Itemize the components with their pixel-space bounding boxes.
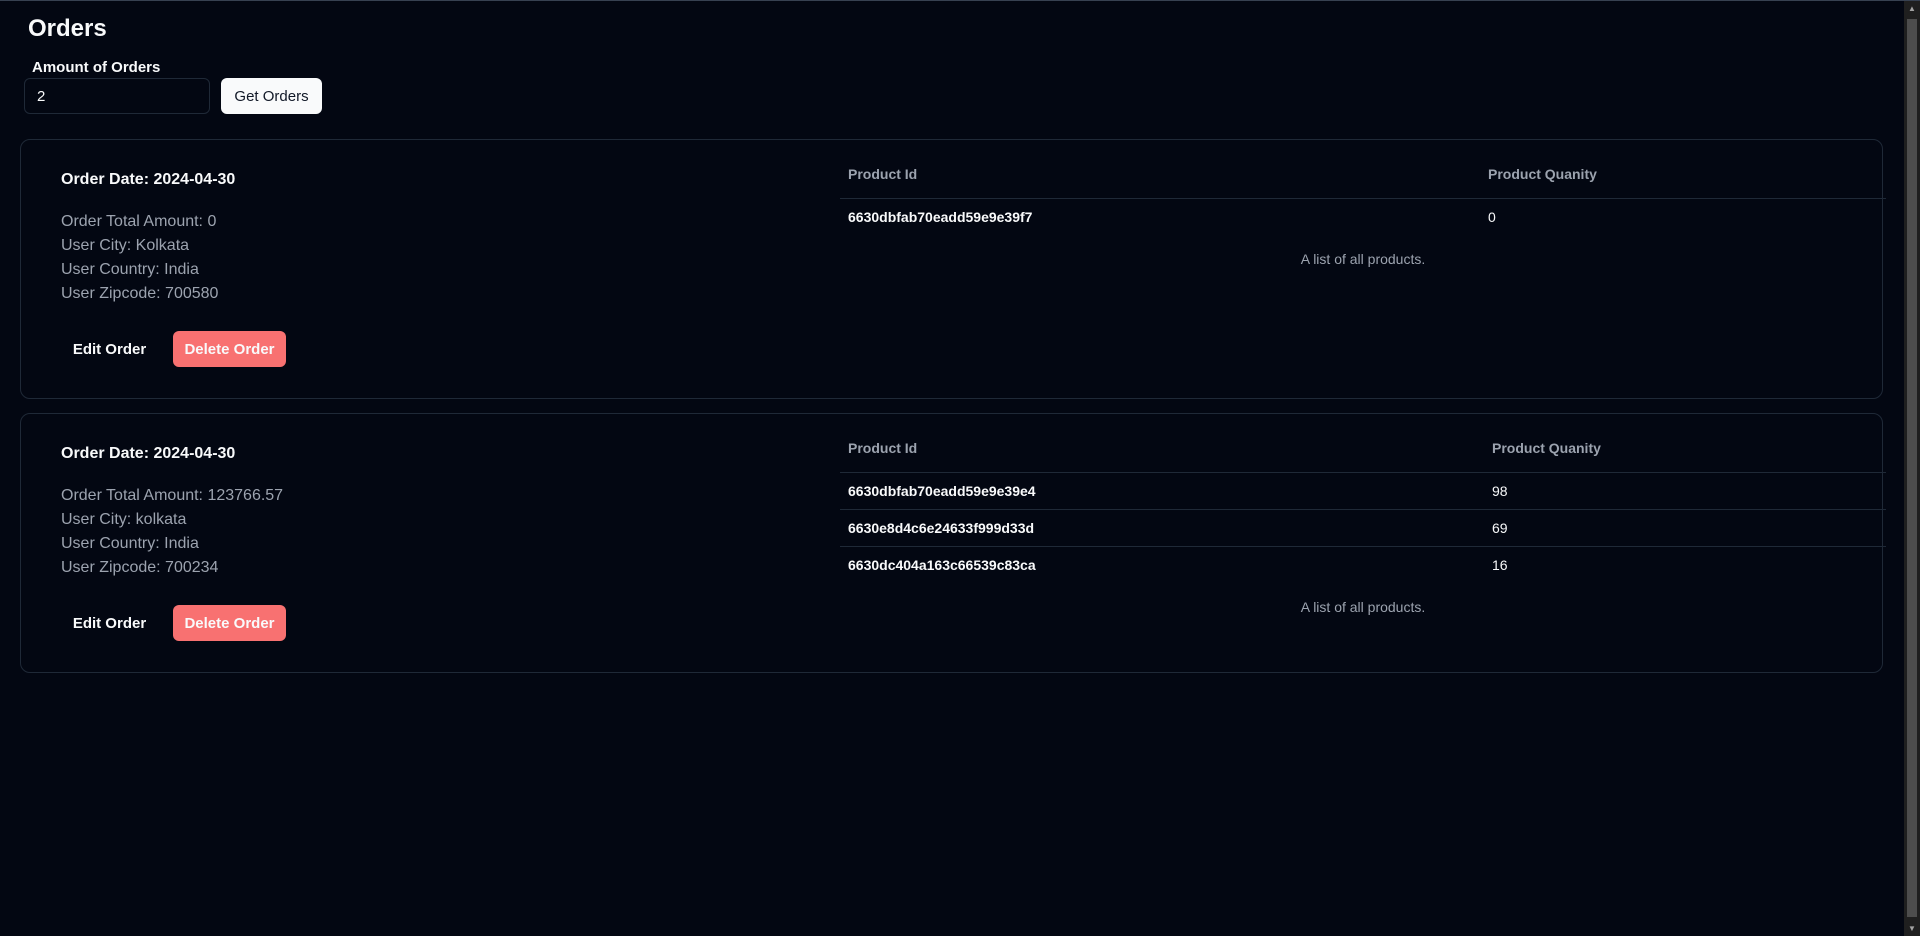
products-table-wrapper: A list of all products. Product Id Produ…	[840, 150, 1886, 267]
product-quantity-cell: 16	[1492, 556, 1508, 573]
products-table-wrapper: A list of all products. Product Id Produ…	[840, 424, 1886, 615]
product-quantity-cell: 0	[1488, 208, 1496, 225]
product-id-cell: 6630e8d4c6e24633f999d33d	[840, 509, 1484, 547]
products-table: A list of all products. Product Id Produ…	[840, 150, 1886, 267]
amount-of-orders-input[interactable]	[24, 78, 210, 114]
product-quantity-header: Product Quanity	[1484, 424, 1886, 473]
order-actions: Edit Order Delete Order	[61, 605, 286, 641]
page-title: Orders	[28, 15, 107, 42]
scroll-down-arrow-icon[interactable]: ▼	[1904, 921, 1920, 936]
vertical-scrollbar[interactable]: ▲ ▼	[1904, 1, 1920, 936]
product-id-header: Product Id	[840, 150, 1480, 199]
delete-order-button[interactable]: Delete Order	[173, 605, 286, 641]
edit-order-button[interactable]: Edit Order	[61, 605, 158, 641]
table-header-row: Product Id Product Quanity	[840, 424, 1886, 473]
products-table-caption: A list of all products.	[1300, 251, 1426, 267]
order-date: Order Date: 2024-04-30	[61, 171, 236, 188]
user-country: User Country: India	[61, 535, 199, 552]
orders-page: Orders Amount of Orders Get Orders Order…	[0, 1, 1904, 936]
scrollbar-thumb[interactable]	[1907, 19, 1917, 917]
order-card: Order Date: 2024-04-30 Order Total Amoun…	[20, 413, 1886, 673]
user-country: User Country: India	[61, 261, 199, 278]
user-city: User City: Kolkata	[61, 237, 190, 254]
table-row: 6630dbfab70eadd59e9e39e4 98	[840, 472, 1886, 510]
products-table: A list of all products. Product Id Produ…	[840, 424, 1886, 615]
order-total-amount: Order Total Amount: 123766.57	[61, 487, 284, 504]
product-quantity-cell: 69	[1484, 509, 1886, 547]
product-id-cell: 6630dbfab70eadd59e9e39f7	[848, 208, 1033, 225]
order-actions: Edit Order Delete Order	[61, 331, 286, 367]
user-zipcode: User Zipcode: 700580	[61, 285, 219, 302]
order-details: Order Date: 2024-04-30 Order Total Amoun…	[61, 170, 761, 306]
product-id-header: Product Id	[840, 424, 1484, 473]
product-quantity-header: Product Quanity	[1480, 150, 1886, 199]
delete-order-button[interactable]: Delete Order	[173, 331, 286, 367]
products-table-caption: A list of all products.	[1300, 599, 1426, 615]
table-header-row: Product Id Product Quanity	[840, 150, 1886, 199]
edit-order-button[interactable]: Edit Order	[61, 331, 158, 367]
table-row: 6630dc404a163c66539c83ca 16	[840, 546, 1886, 583]
product-id-cell: 6630dc404a163c66539c83ca	[848, 556, 1036, 573]
order-details: Order Date: 2024-04-30 Order Total Amoun…	[61, 444, 761, 580]
get-orders-button[interactable]: Get Orders	[221, 78, 322, 114]
table-row: 6630dbfab70eadd59e9e39f7 0	[840, 198, 1886, 235]
order-date: Order Date: 2024-04-30	[61, 445, 236, 462]
order-total-amount: Order Total Amount: 0	[61, 213, 217, 230]
amount-of-orders-label: Amount of Orders	[32, 59, 161, 76]
product-quantity-cell: 98	[1484, 472, 1886, 510]
user-zipcode: User Zipcode: 700234	[61, 559, 219, 576]
user-city: User City: kolkata	[61, 511, 187, 528]
scroll-up-arrow-icon[interactable]: ▲	[1904, 1, 1920, 17]
order-card: Order Date: 2024-04-30 Order Total Amoun…	[20, 139, 1886, 399]
product-id-cell: 6630dbfab70eadd59e9e39e4	[840, 472, 1484, 510]
table-row: 6630e8d4c6e24633f999d33d 69	[840, 509, 1886, 547]
